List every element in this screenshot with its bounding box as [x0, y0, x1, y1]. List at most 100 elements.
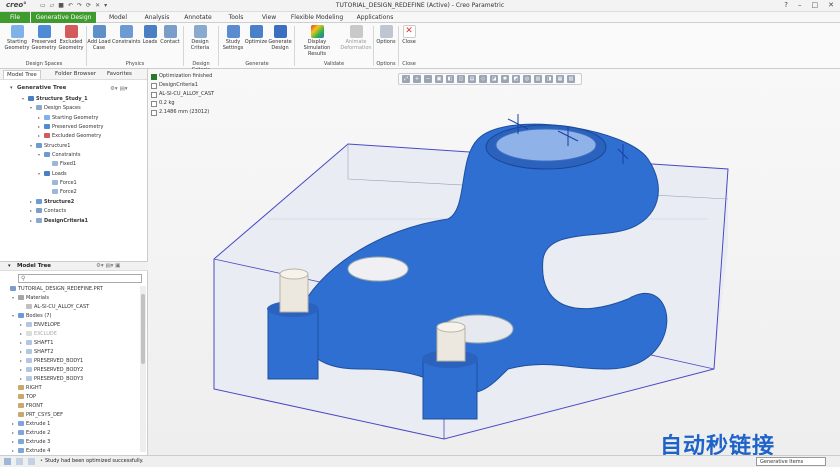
tree-item-body[interactable]: ▸ ENVELOPE — [20, 322, 60, 328]
tree-item-design-spaces[interactable]: ▾ Design Spaces — [30, 105, 81, 111]
tree-item-design-criteria[interactable]: ▸ DesignCriteria1 — [30, 218, 88, 224]
zoom-out-icon[interactable]: − — [424, 75, 432, 83]
tab-view[interactable]: View — [254, 12, 284, 23]
model-tree-scrollbar[interactable] — [140, 286, 146, 452]
spin-center-icon[interactable]: ◎ — [523, 75, 531, 83]
view-manager-icon[interactable]: ▤ — [468, 75, 476, 83]
tree-item-structure1[interactable]: ▾ Structure1 — [30, 143, 70, 149]
tree-item-fixed1[interactable]: Fixed1 — [52, 161, 76, 167]
tree-item-structure2[interactable]: ▸ Structure2 — [30, 199, 74, 205]
repaint-icon[interactable]: ▣ — [435, 75, 443, 83]
tree-item-extrude[interactable]: ▸ Extrude 2 — [12, 430, 50, 436]
tree-item-constraints[interactable]: ▾ Constraints — [38, 152, 81, 158]
tree-item-extrude[interactable]: ▸ Extrude 4 — [12, 448, 50, 454]
tree-item-body[interactable]: ▸ PRESERVED_BODY2 — [20, 367, 83, 373]
section-icon[interactable]: ◪ — [490, 75, 498, 83]
tree-item-label: Extrude 4 — [26, 448, 51, 454]
display-style-icon[interactable]: ◧ — [446, 75, 454, 83]
add-load-case-button[interactable]: Add Load Case — [87, 25, 111, 51]
tree-item-datum-plane[interactable]: RIGHT — [18, 385, 42, 391]
annotation-display-icon[interactable]: ◩ — [512, 75, 520, 83]
tree-item-datum-plane[interactable]: FRONT — [18, 403, 43, 409]
tab-annotate[interactable]: Annotate — [178, 12, 218, 23]
loads-button[interactable]: Loads — [141, 25, 159, 45]
body-icon — [26, 367, 32, 372]
selection-filter-dropdown[interactable]: Generative Items — [756, 457, 826, 466]
status-icon[interactable] — [4, 458, 11, 465]
study-icon — [28, 96, 34, 101]
tab-model-tree[interactable]: Model Tree — [3, 70, 41, 79]
perspective-icon[interactable]: ◇ — [479, 75, 487, 83]
tree-item-part[interactable]: TUTORIAL_DESIGN_REDEFINE.PRT — [10, 286, 103, 292]
datum-display-icon[interactable]: ✱ — [501, 75, 509, 83]
tree-item-csys[interactable]: PRT_CSYS_DEF — [18, 412, 63, 418]
optimize-button[interactable]: Optimize — [244, 25, 268, 45]
tree-item-body[interactable]: ▸ PRESERVED_BODY3 — [20, 376, 83, 382]
tree-item-material[interactable]: AL-SI-CU_ALLOY_CAST — [26, 304, 89, 310]
close-study-button[interactable]: ✕ Close — [400, 25, 418, 45]
tree-item-force2[interactable]: Force2 — [52, 189, 77, 195]
design-criteria-button[interactable]: Design Criteria — [186, 25, 214, 51]
tab-generative-design[interactable]: Generative Design — [31, 12, 96, 23]
tree-item-body[interactable]: ▸ SHAFT2 — [20, 349, 53, 355]
status-icon[interactable] — [16, 458, 23, 465]
tree-item-preserved-geometry[interactable]: ▸ Preserved Geometry — [38, 124, 103, 130]
tree-item-body[interactable]: ▸ PRESERVED_BODY1 — [20, 358, 83, 364]
tree-item-loads[interactable]: ▾ Loads — [38, 171, 67, 177]
tab-favorites[interactable]: Favorites — [104, 70, 135, 79]
tree-settings-icon[interactable]: ⚙▾ ▤▾ — [110, 84, 128, 94]
tree-settings-icon[interactable]: ⚙▾ ▤▾ ▣ — [96, 263, 120, 269]
body-icon — [26, 331, 32, 336]
starting-geometry-button[interactable]: Starting Geometry — [4, 25, 30, 51]
excluded-geometry-button[interactable]: Excluded Geometry — [58, 25, 84, 51]
tree-item-extrude[interactable]: ▸ Extrude 1 — [12, 421, 50, 427]
constraints-button[interactable]: Constraints — [112, 25, 141, 45]
saved-orientations-icon[interactable]: ◫ — [457, 75, 465, 83]
tree-item-body[interactable]: ▸ SHAFT1 — [20, 340, 53, 346]
close-icon[interactable]: ✕ — [828, 1, 834, 9]
tab-model[interactable]: Model — [100, 12, 136, 23]
contact-button[interactable]: Contact — [159, 25, 181, 45]
info-text: 0.2 kg — [159, 100, 175, 106]
zoom-in-icon[interactable]: + — [413, 75, 421, 83]
tab-applications[interactable]: Applications — [352, 12, 398, 23]
generate-design-button[interactable]: Generate Design — [268, 25, 292, 51]
display-simulation-results-button[interactable]: Display Simulation Results — [296, 25, 338, 57]
tree-item-bodies[interactable]: ▾ Bodies (7) — [12, 313, 51, 319]
animate-deformation-button[interactable]: Animate Deformation — [340, 25, 372, 51]
tree-search-input[interactable]: ⚲ — [18, 274, 142, 283]
tree-item-materials[interactable]: ▾ Materials — [12, 295, 49, 301]
status-icon[interactable] — [28, 458, 35, 465]
collapse-icon[interactable]: ▾ — [10, 83, 13, 93]
preserved-geometry-button[interactable]: Preserved Geometry — [30, 25, 58, 51]
tree-item-datum-plane[interactable]: TOP — [18, 394, 36, 400]
collapse-icon[interactable]: ▾ — [8, 263, 11, 269]
scrollbar-thumb[interactable] — [141, 294, 145, 364]
render-icon[interactable]: ▦ — [556, 75, 564, 83]
maximize-icon[interactable]: □ — [812, 1, 819, 9]
tree-item-starting-geometry[interactable]: ▸ Starting Geometry — [38, 115, 98, 121]
color-display-icon[interactable]: ▧ — [567, 75, 575, 83]
help-icon[interactable]: ? — [784, 1, 788, 9]
options-button[interactable]: Options — [375, 25, 397, 45]
tree-item-force1[interactable]: Force1 — [52, 180, 77, 186]
tab-file[interactable]: File — [0, 12, 30, 23]
refit-icon[interactable]: ⤢ — [402, 75, 410, 83]
tab-tools[interactable]: Tools — [220, 12, 252, 23]
filter-display-icon[interactable]: ▥ — [534, 75, 542, 83]
tree-item-extrude[interactable]: ▸ Extrude 3 — [12, 439, 50, 445]
tab-flexible-modeling[interactable]: Flexible Modeling — [287, 12, 347, 23]
tree-item-excluded-geometry[interactable]: ▸ Excluded Geometry — [38, 133, 101, 139]
study-settings-label: Study Settings — [222, 39, 244, 51]
tree-item-structure-study[interactable]: ▾ Structure_Study_1 — [22, 96, 88, 102]
tree-item-contacts[interactable]: ▸ Contacts — [30, 208, 66, 214]
tab-analysis[interactable]: Analysis — [138, 12, 176, 23]
appearance-icon[interactable]: ◨ — [545, 75, 553, 83]
minimize-icon[interactable]: – — [798, 1, 802, 9]
info-status: Optimization finished — [151, 72, 214, 81]
tree-item-label: Preserved Geometry — [52, 124, 104, 130]
tree-item-body[interactable]: ▸ EXCLUDE — [20, 331, 57, 337]
graphics-viewport[interactable] — [148, 69, 840, 455]
study-settings-button[interactable]: Study Settings — [221, 25, 245, 51]
tab-folder-browser[interactable]: Folder Browser — [52, 70, 99, 79]
